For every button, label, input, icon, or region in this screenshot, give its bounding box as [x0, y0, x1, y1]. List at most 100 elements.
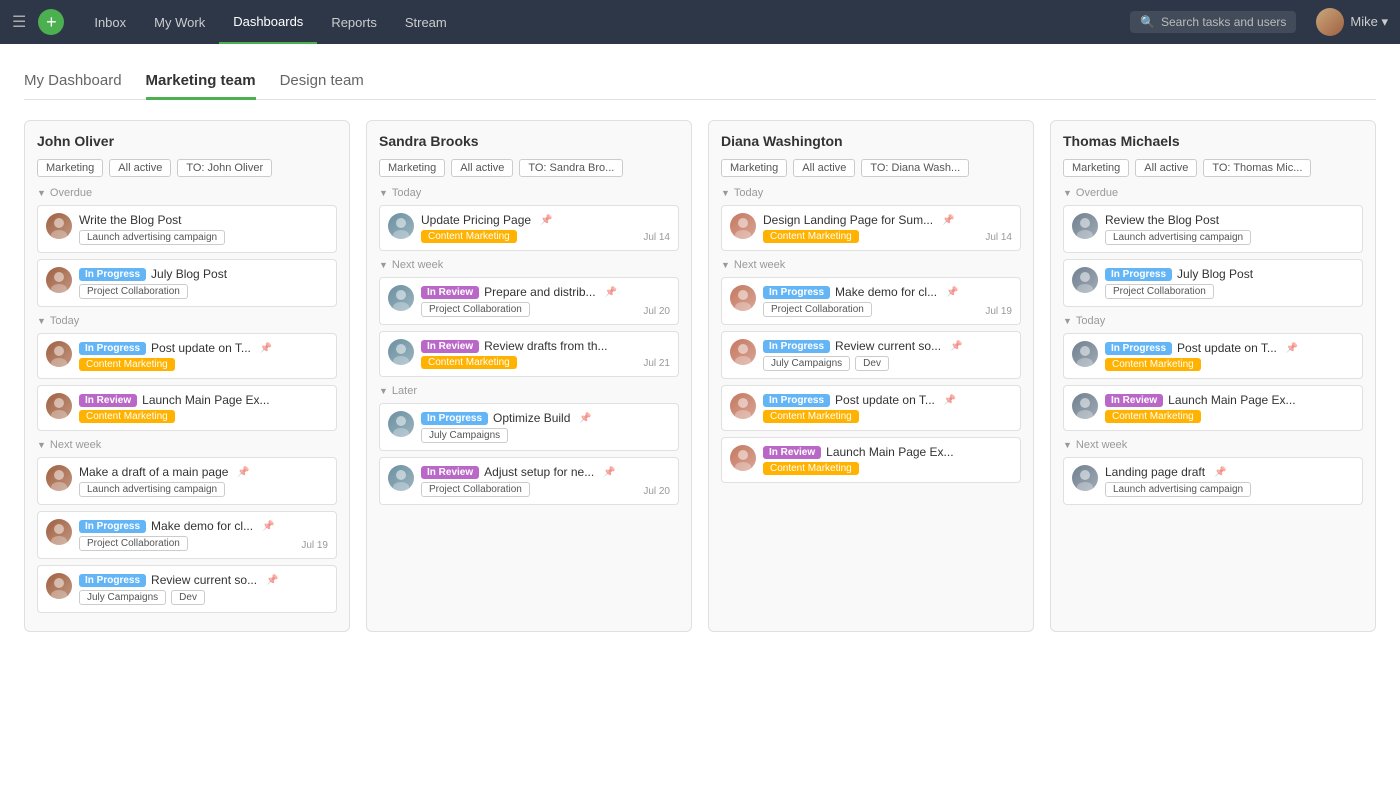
section-header: ▼ Overdue	[37, 187, 337, 199]
filter-tag[interactable]: Marketing	[379, 159, 445, 177]
filter-tags: Marketing All active TO: Diana Wash...	[721, 159, 1021, 177]
nav-reports[interactable]: Reports	[317, 0, 391, 44]
task-body: In ReviewReview drafts from th...Content…	[421, 339, 670, 369]
user-menu[interactable]: Mike ▾	[1316, 8, 1388, 36]
column-header: Sandra Brooks	[379, 133, 679, 149]
project-tag: Project Collaboration	[421, 482, 530, 497]
status-badge: In Review	[421, 286, 479, 299]
task-card[interactable]: In ProgressMake demo for cl...📌 Project C…	[721, 277, 1021, 325]
task-card[interactable]: In ReviewLaunch Main Page Ex... Content M…	[721, 437, 1021, 483]
task-row: In ReviewPrepare and distrib...📌Project …	[388, 285, 670, 317]
task-project-row: Content Marketing	[763, 462, 1012, 475]
task-project-row: Project CollaborationJul 19	[763, 302, 1012, 317]
task-title-row: In ProgressPost update on T...📌	[1105, 341, 1354, 355]
task-card[interactable]: In ProgressOptimize Build📌July Campaigns	[379, 403, 679, 451]
task-row: In ProgressReview current so...📌July Cam…	[730, 339, 1012, 371]
section-header: ▼ Today	[379, 187, 679, 199]
task-card[interactable]: In ProgressPost update on T...📌Content M…	[37, 333, 337, 379]
task-card[interactable]: In ReviewLaunch Main Page Ex...Content M…	[1063, 385, 1363, 431]
filter-tag[interactable]: Marketing	[721, 159, 787, 177]
task-title-row: Update Pricing Page📌	[421, 213, 670, 227]
search-bar[interactable]: 🔍 Search tasks and users	[1130, 11, 1296, 33]
task-name: Prepare and distrib...	[484, 285, 595, 299]
task-card[interactable]: In ProgressPost update on T...📌 Content M…	[1063, 333, 1363, 379]
filter-tag[interactable]: All active	[793, 159, 855, 177]
pin-icon: 📌	[262, 521, 274, 532]
task-body: Write the Blog PostLaunch advertising ca…	[79, 213, 328, 245]
task-avatar	[1072, 213, 1098, 239]
task-card[interactable]: In ProgressJuly Blog PostProject Collabo…	[37, 259, 337, 307]
filter-tag[interactable]: All active	[109, 159, 171, 177]
task-avatar	[730, 213, 756, 239]
task-title-row: In ProgressMake demo for cl...📌	[763, 285, 1012, 299]
task-card[interactable]: In ProgressJuly Blog PostProject Collabo…	[1063, 259, 1363, 307]
project-tag: Project Collaboration	[79, 284, 188, 299]
project-tag: Content Marketing	[1105, 358, 1201, 371]
task-card[interactable]: Landing page draft📌Launch advertising ca…	[1063, 457, 1363, 505]
status-badge: In Progress	[79, 342, 146, 355]
nav-inbox[interactable]: Inbox	[80, 0, 140, 44]
filter-tags: Marketing All active TO: John Oliver	[37, 159, 337, 177]
task-card[interactable]: Write the Blog PostLaunch advertising ca…	[37, 205, 337, 253]
tab-my-dashboard[interactable]: My Dashboard	[24, 64, 122, 100]
column-header: Thomas Michaels	[1063, 133, 1363, 149]
filter-tag[interactable]: TO: Diana Wash...	[861, 159, 969, 177]
hamburger-icon[interactable]: ☰	[12, 12, 26, 32]
task-row: Update Pricing Page📌Content MarketingJul…	[388, 213, 670, 243]
task-row: In ProgressJuly Blog PostProject Collabo…	[46, 267, 328, 299]
task-card[interactable]: In ReviewAdjust setup for ne...📌Project …	[379, 457, 679, 505]
project-tag: Project Collaboration	[763, 302, 872, 317]
task-card[interactable]: Make a draft of a main page📌Launch adver…	[37, 457, 337, 505]
caret-icon: ▼	[1063, 316, 1072, 326]
task-title-row: In ReviewLaunch Main Page Ex...	[1105, 393, 1354, 407]
task-name: Launch Main Page Ex...	[826, 445, 953, 459]
filter-tag[interactable]: TO: Sandra Bro...	[519, 159, 623, 177]
task-card[interactable]: In ProgressPost update on T...📌Content M…	[721, 385, 1021, 431]
task-row: In ProgressReview current so...📌July Cam…	[46, 573, 328, 605]
task-body: In ReviewLaunch Main Page Ex... Content M…	[763, 445, 1012, 475]
task-title-row: Landing page draft📌	[1105, 465, 1354, 479]
task-card[interactable]: Review the Blog PostLaunch advertising c…	[1063, 205, 1363, 253]
section-header: ▼ Overdue	[1063, 187, 1363, 199]
filter-tag[interactable]: TO: John Oliver	[177, 159, 272, 177]
task-row: Landing page draft📌Launch advertising ca…	[1072, 465, 1354, 497]
task-card[interactable]: Design Landing Page for Sum...📌Content M…	[721, 205, 1021, 251]
task-card[interactable]: In ProgressReview current so...📌July Cam…	[37, 565, 337, 613]
task-body: Design Landing Page for Sum...📌Content M…	[763, 213, 1012, 243]
task-card[interactable]: In ReviewPrepare and distrib...📌Project …	[379, 277, 679, 325]
add-button[interactable]: +	[38, 9, 64, 35]
task-avatar	[46, 267, 72, 293]
column-sandra: Sandra Brooks Marketing All active TO: Sand…	[366, 120, 692, 632]
task-card[interactable]: In ReviewLaunch Main Page Ex...Content M…	[37, 385, 337, 431]
task-card[interactable]: Update Pricing Page📌Content MarketingJul…	[379, 205, 679, 251]
task-body: In ReviewPrepare and distrib...📌Project …	[421, 285, 670, 317]
project-tag: July Campaigns	[763, 356, 850, 371]
project-tag: Content Marketing	[763, 462, 859, 475]
tab-design-team[interactable]: Design team	[280, 64, 364, 100]
task-name: Review the Blog Post	[1105, 213, 1219, 227]
filter-tag[interactable]: Marketing	[37, 159, 103, 177]
nav-stream[interactable]: Stream	[391, 0, 461, 44]
task-card[interactable]: In ReviewReview drafts from th...Content…	[379, 331, 679, 377]
task-name: Design Landing Page for Sum...	[763, 213, 933, 227]
filter-tag[interactable]: All active	[451, 159, 513, 177]
filter-tag[interactable]: All active	[1135, 159, 1197, 177]
task-card[interactable]: In ProgressMake demo for cl...📌Project C…	[37, 511, 337, 559]
task-title-row: In ProgressJuly Blog Post	[1105, 267, 1354, 281]
filter-tag[interactable]: Marketing	[1063, 159, 1129, 177]
caret-icon: ▼	[37, 440, 46, 450]
project-tag: July Campaigns	[421, 428, 508, 443]
task-title-row: In ReviewLaunch Main Page Ex...	[763, 445, 1012, 459]
tab-marketing-team[interactable]: Marketing team	[146, 64, 256, 100]
task-card[interactable]: In ProgressReview current so...📌July Cam…	[721, 331, 1021, 379]
project-tag: Content Marketing	[79, 410, 175, 423]
nav-dashboards[interactable]: Dashboards	[219, 0, 317, 44]
task-row: In ReviewLaunch Main Page Ex...Content M…	[1072, 393, 1354, 423]
nav-mywork[interactable]: My Work	[140, 0, 219, 44]
task-avatar	[730, 285, 756, 311]
pin-icon: 📌	[605, 287, 617, 298]
filter-tag[interactable]: TO: Thomas Mic...	[1203, 159, 1311, 177]
task-body: In ProgressJuly Blog PostProject Collabo…	[1105, 267, 1354, 299]
status-badge: In Progress	[79, 268, 146, 281]
task-row: In ProgressJuly Blog PostProject Collabo…	[1072, 267, 1354, 299]
